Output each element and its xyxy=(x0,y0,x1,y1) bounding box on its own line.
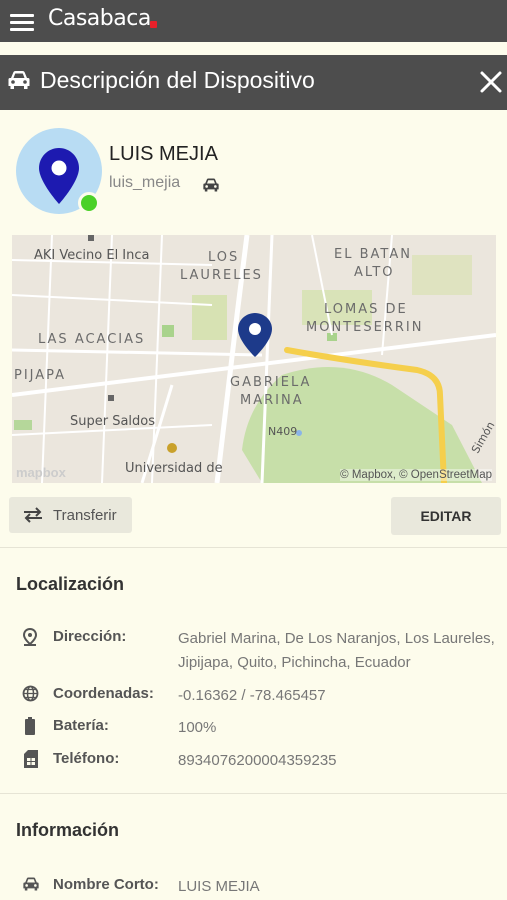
map-label-monteserrin: MONTESERRIN xyxy=(306,320,424,335)
device-map[interactable]: AKI Vecino El Inca LOS LAURELES EL BATAN… xyxy=(12,235,496,483)
map-label-aki: AKI Vecino El Inca xyxy=(34,248,150,263)
location-pin-icon xyxy=(39,148,79,204)
swap-arrows-icon xyxy=(24,507,42,523)
device-profile: LUIS MEJIA luis_mejia xyxy=(0,110,507,234)
battery-value: 100% xyxy=(178,719,217,736)
brand-dot xyxy=(150,21,157,28)
map-label-universidad: Universidad de xyxy=(125,461,223,476)
phone-value: 8934076200004359235 xyxy=(178,752,337,769)
edit-button[interactable]: EDITAR xyxy=(391,497,501,535)
close-icon[interactable] xyxy=(478,68,504,96)
dialog-title: Descripción del Dispositivo xyxy=(40,67,315,93)
device-name: LUIS MEJIA xyxy=(109,143,218,165)
mapbox-logo[interactable]: mapbox xyxy=(16,465,66,480)
location-section-title: Localización xyxy=(16,574,125,594)
map-label-alto: ALTO xyxy=(354,265,395,280)
car-icon xyxy=(202,177,220,198)
short-name-value: LUIS MEJIA xyxy=(178,878,260,895)
address-label: Dirección: xyxy=(53,628,127,645)
device-username: luis_mejia xyxy=(109,174,181,191)
car-icon xyxy=(22,876,40,897)
address-value: Gabriel Marina, De Los Naranjos, Los Lau… xyxy=(178,630,495,671)
car-icon xyxy=(7,69,31,96)
map-label-laureles: LAURELES xyxy=(180,268,263,283)
battery-icon xyxy=(25,717,35,740)
brand-logo[interactable]: Casabaca xyxy=(48,6,151,31)
phone-label: Teléfono: xyxy=(53,750,120,767)
coordinates-value: -0.16362 / -78.465457 xyxy=(178,687,326,704)
battery-label: Batería: xyxy=(53,717,109,734)
map-attribution[interactable]: © Mapbox, © OpenStreetMap xyxy=(340,469,492,481)
map-label-lomas: LOMAS DE xyxy=(324,302,408,317)
transfer-button[interactable]: Transferir xyxy=(9,497,132,533)
map-label-batan: EL BATAN xyxy=(334,247,412,262)
short-name-label: Nombre Corto: xyxy=(53,876,159,893)
pin-icon xyxy=(22,627,38,651)
map-label-marina: MARINA xyxy=(240,393,304,408)
divider xyxy=(0,547,507,548)
coordinates-label: Coordenadas: xyxy=(53,685,154,702)
menu-icon[interactable] xyxy=(10,14,34,31)
globe-icon xyxy=(22,685,39,707)
information-section-title: Información xyxy=(16,820,120,840)
transfer-button-label: Transferir xyxy=(53,507,117,524)
map-label-los: LOS xyxy=(208,250,240,265)
dialog-header: Descripción del Dispositivo xyxy=(0,55,507,110)
sim-card-icon xyxy=(24,750,38,773)
divider xyxy=(0,793,507,794)
map-label-super-saldos: Super Saldos xyxy=(70,414,156,429)
map-label-road: N409 xyxy=(268,425,298,438)
device-actions: Transferir EDITAR xyxy=(0,497,507,535)
map-label-gabriela: GABRIELA xyxy=(230,375,312,390)
map-label-pijapa: PIJAPA xyxy=(14,368,67,383)
online-status-dot xyxy=(78,192,100,214)
map-label-acacias: LAS ACACIAS xyxy=(38,332,146,347)
app-topbar: Casabaca xyxy=(0,0,507,42)
